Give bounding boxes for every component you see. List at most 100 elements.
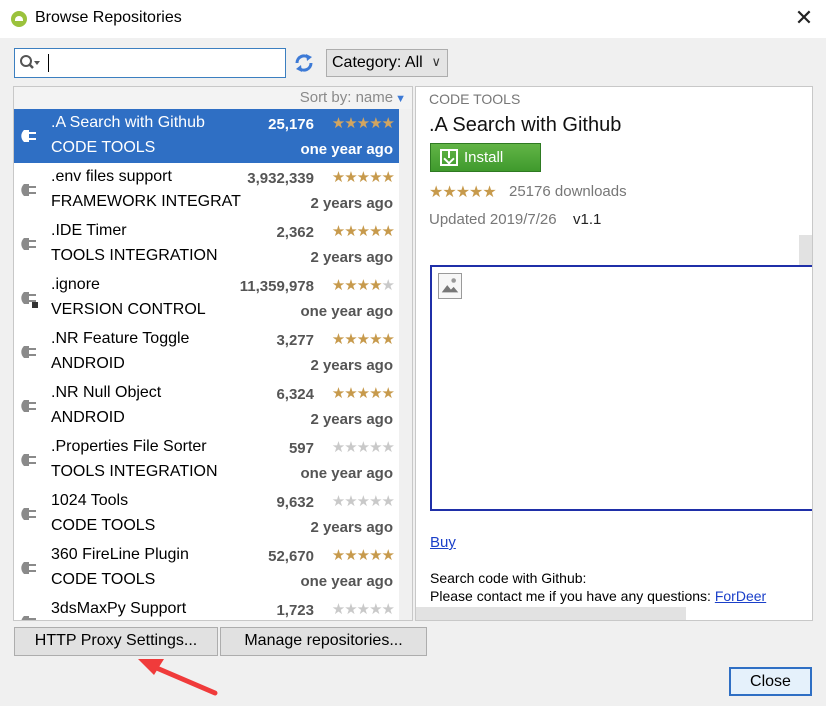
star-half: ★ [381, 115, 395, 132]
plugin-list-item[interactable]: .env files support FRAMEWORK INTEGRATIO 3,… [14, 163, 399, 217]
stars-full: ★★★★ [331, 223, 383, 240]
description-text: Please contact me if you have any questi… [430, 588, 715, 604]
plugin-list-item[interactable]: .NR Null Object ANDROID 6,324 ★★★★★ 2 years … [14, 379, 399, 433]
stars-empty: ★ [381, 277, 395, 294]
install-label: Install [464, 149, 504, 166]
plugin-category: VERSION CONTROL [51, 301, 206, 318]
plugin-screenshot-frame [430, 265, 812, 511]
description-line-1: Search code with Github: [430, 570, 587, 586]
plugin-category: TOOLS INTEGRATION [51, 463, 218, 480]
plugin-list-item[interactable]: .ignore VERSION CONTROL 11,359,978 ★★★★★ one… [14, 271, 399, 325]
plugin-rating-stars: ★★★★★ [331, 438, 395, 456]
plugin-name: 3dsMaxPy Support [51, 600, 187, 617]
plugin-category: TOOLS INTEGRATION [51, 247, 218, 264]
detail-category: CODE TOOLS [429, 91, 521, 107]
plugin-list-item[interactable]: 1024 Tools CODE TOOLS 9,632 ★★★★★ 2 years ag… [14, 487, 399, 541]
plugin-list-item[interactable]: 3dsMaxPy Support 1,723 ★★★★★ [14, 595, 399, 620]
close-button[interactable]: Close [729, 667, 812, 696]
stars-empty: ★★★★★ [331, 493, 395, 510]
star-half: ★ [381, 331, 395, 348]
detail-horizontal-scrollbar[interactable] [416, 607, 686, 620]
plugin-list[interactable]: Sort by: name ▼ .A Search with Github CODE… [13, 86, 413, 621]
plugin-updated: 2 years ago [310, 357, 393, 374]
install-button[interactable]: Install [430, 143, 541, 172]
detail-downloads: 25176 downloads [509, 183, 627, 200]
buy-link[interactable]: Buy [430, 534, 456, 551]
plugin-updated: one year ago [300, 141, 393, 158]
plugin-list-item[interactable]: .Properties File Sorter TOOLS INTEGRATION… [14, 433, 399, 487]
stars-full: ★★★★ [331, 115, 383, 132]
window-title: Browse Repositories [35, 9, 182, 26]
plugin-category: CODE TOOLS [51, 517, 156, 534]
plugin-list-item[interactable]: .A Search with Github CODE TOOLS 25,176 ★★★… [14, 109, 399, 163]
stars-full: ★★★★ [331, 385, 383, 402]
plugin-name: 360 FireLine Plugin [51, 546, 189, 563]
category-dropdown[interactable]: Category: All ∨ [326, 49, 448, 77]
plugin-list-item[interactable]: .NR Feature Toggle ANDROID 3,277 ★★★★★ 2 yea… [14, 325, 399, 379]
plugin-updated: one year ago [300, 303, 393, 320]
plugin-downloads: 1,723 [276, 602, 314, 619]
plugin-icon [21, 508, 36, 520]
plugin-rating-stars: ★★★★★ [331, 384, 395, 402]
broken-image-icon [438, 273, 462, 299]
plugin-category: ANDROID [51, 355, 125, 372]
stars-full: ★★★★ [331, 547, 383, 564]
plugin-name: 1024 Tools [51, 492, 129, 509]
plugin-list-item[interactable]: .IDE Timer TOOLS INTEGRATION 2,362 ★★★★★ 2 y… [14, 217, 399, 271]
plugin-name: .Properties File Sorter [51, 438, 207, 455]
plugin-list-item[interactable]: 360 FireLine Plugin CODE TOOLS 52,670 ★★★★★… [14, 541, 399, 595]
plugin-icon [21, 346, 36, 358]
plugin-downloads: 597 [288, 440, 314, 457]
detail-star-half: ★ [482, 184, 496, 201]
description-line-2: Please contact me if you have any questi… [430, 588, 766, 604]
plugin-updated: 2 years ago [310, 195, 393, 212]
plugin-icon [21, 616, 36, 620]
plugin-downloads: 6,324 [276, 386, 314, 403]
plugin-rating-stars: ★★★★★ [332, 168, 395, 186]
plugin-rating-stars: ★★★★★ [331, 546, 395, 564]
plugin-rating-stars: ★★★★★ [332, 330, 395, 348]
category-label: Category: All [332, 54, 423, 71]
search-icon[interactable] [19, 54, 41, 72]
plugin-downloads: 52,670 [268, 548, 314, 565]
plugin-updated: one year ago [300, 573, 393, 590]
plugin-icon [21, 238, 36, 250]
plugin-downloads: 2,362 [276, 224, 314, 241]
manage-repositories-button[interactable]: Manage repositories... [220, 627, 427, 656]
plugin-updated: 2 years ago [310, 519, 393, 536]
refresh-icon[interactable] [292, 51, 316, 75]
plugin-name: .NR Feature Toggle [51, 330, 190, 347]
plugin-name: .env files support [51, 168, 172, 185]
plugin-updated: 2 years ago [310, 249, 393, 266]
contact-link[interactable]: ForDeer [715, 588, 766, 604]
plugin-icon [21, 562, 36, 574]
stars-full: ★★★★ [331, 277, 383, 294]
plugin-name: .ignore [51, 276, 100, 293]
plugin-updated: 2 years ago [310, 411, 393, 428]
list-scrollbar[interactable] [399, 109, 412, 620]
red-arrow-annotation [138, 659, 218, 696]
plugin-rating-stars: ★★★★★ [331, 600, 395, 618]
download-icon [440, 149, 458, 166]
stars-empty: ★★★★★ [331, 439, 395, 456]
plugin-downloads: 11,359,978 [239, 278, 314, 295]
window-close-icon[interactable]: ✕ [790, 4, 818, 32]
plugin-rating-stars: ★★★★★ [331, 276, 395, 294]
star-half: ★ [381, 385, 395, 402]
stars-empty: ★★★★★ [331, 601, 395, 618]
detail-rating-stars: ★★★★★ [429, 182, 497, 202]
chevron-down-icon: ∨ [431, 54, 441, 69]
plugin-category: CODE TOOLS [51, 139, 156, 156]
plugin-name: .NR Null Object [51, 384, 162, 401]
plugin-downloads: 25,176 [268, 116, 314, 133]
plugin-category: ANDROID [51, 409, 125, 426]
sort-arrow-icon: ▼ [395, 93, 406, 105]
star-half: ★ [381, 547, 395, 564]
plugin-rating-stars: ★★★★★ [331, 222, 395, 240]
search-input[interactable] [14, 48, 286, 78]
text-caret [48, 54, 49, 72]
plugin-icon [21, 292, 38, 308]
android-studio-icon [11, 11, 27, 27]
star-half: ★ [381, 223, 395, 240]
sort-by-button[interactable]: Sort by: name ▼ [300, 89, 406, 106]
